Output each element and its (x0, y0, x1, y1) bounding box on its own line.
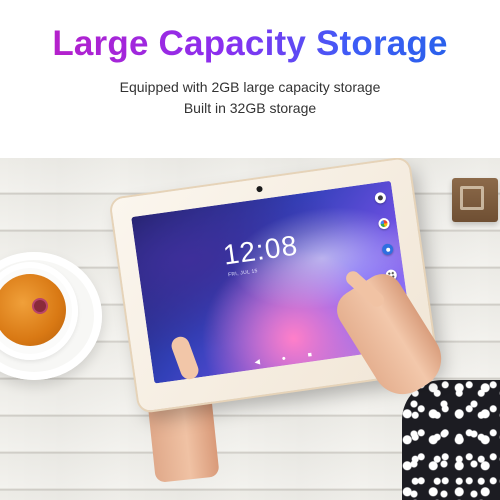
floral-sleeve (402, 380, 500, 500)
lockscreen-date: FRI, JUL 15 (227, 268, 259, 279)
recents-icon: ■ (307, 350, 313, 359)
lockscreen-clock: 12:08 (221, 229, 300, 271)
back-icon: ◀ (254, 358, 261, 367)
description-line-2: Built in 32GB storage (183, 100, 317, 116)
contacts-app-icon (381, 243, 394, 256)
flower-garnish (34, 300, 46, 312)
photos-app-icon (377, 217, 391, 230)
camera-app-icon (374, 191, 387, 205)
front-camera (256, 185, 263, 193)
wooden-block (452, 178, 498, 222)
headline: Large Capacity Storage (0, 22, 500, 66)
home-icon: ● (281, 354, 287, 363)
description-line-1: Equipped with 2GB large capacity storage (119, 79, 381, 95)
product-photo: 12:08 FRI, JUL 15 ◀ ● ■ (0, 158, 500, 500)
